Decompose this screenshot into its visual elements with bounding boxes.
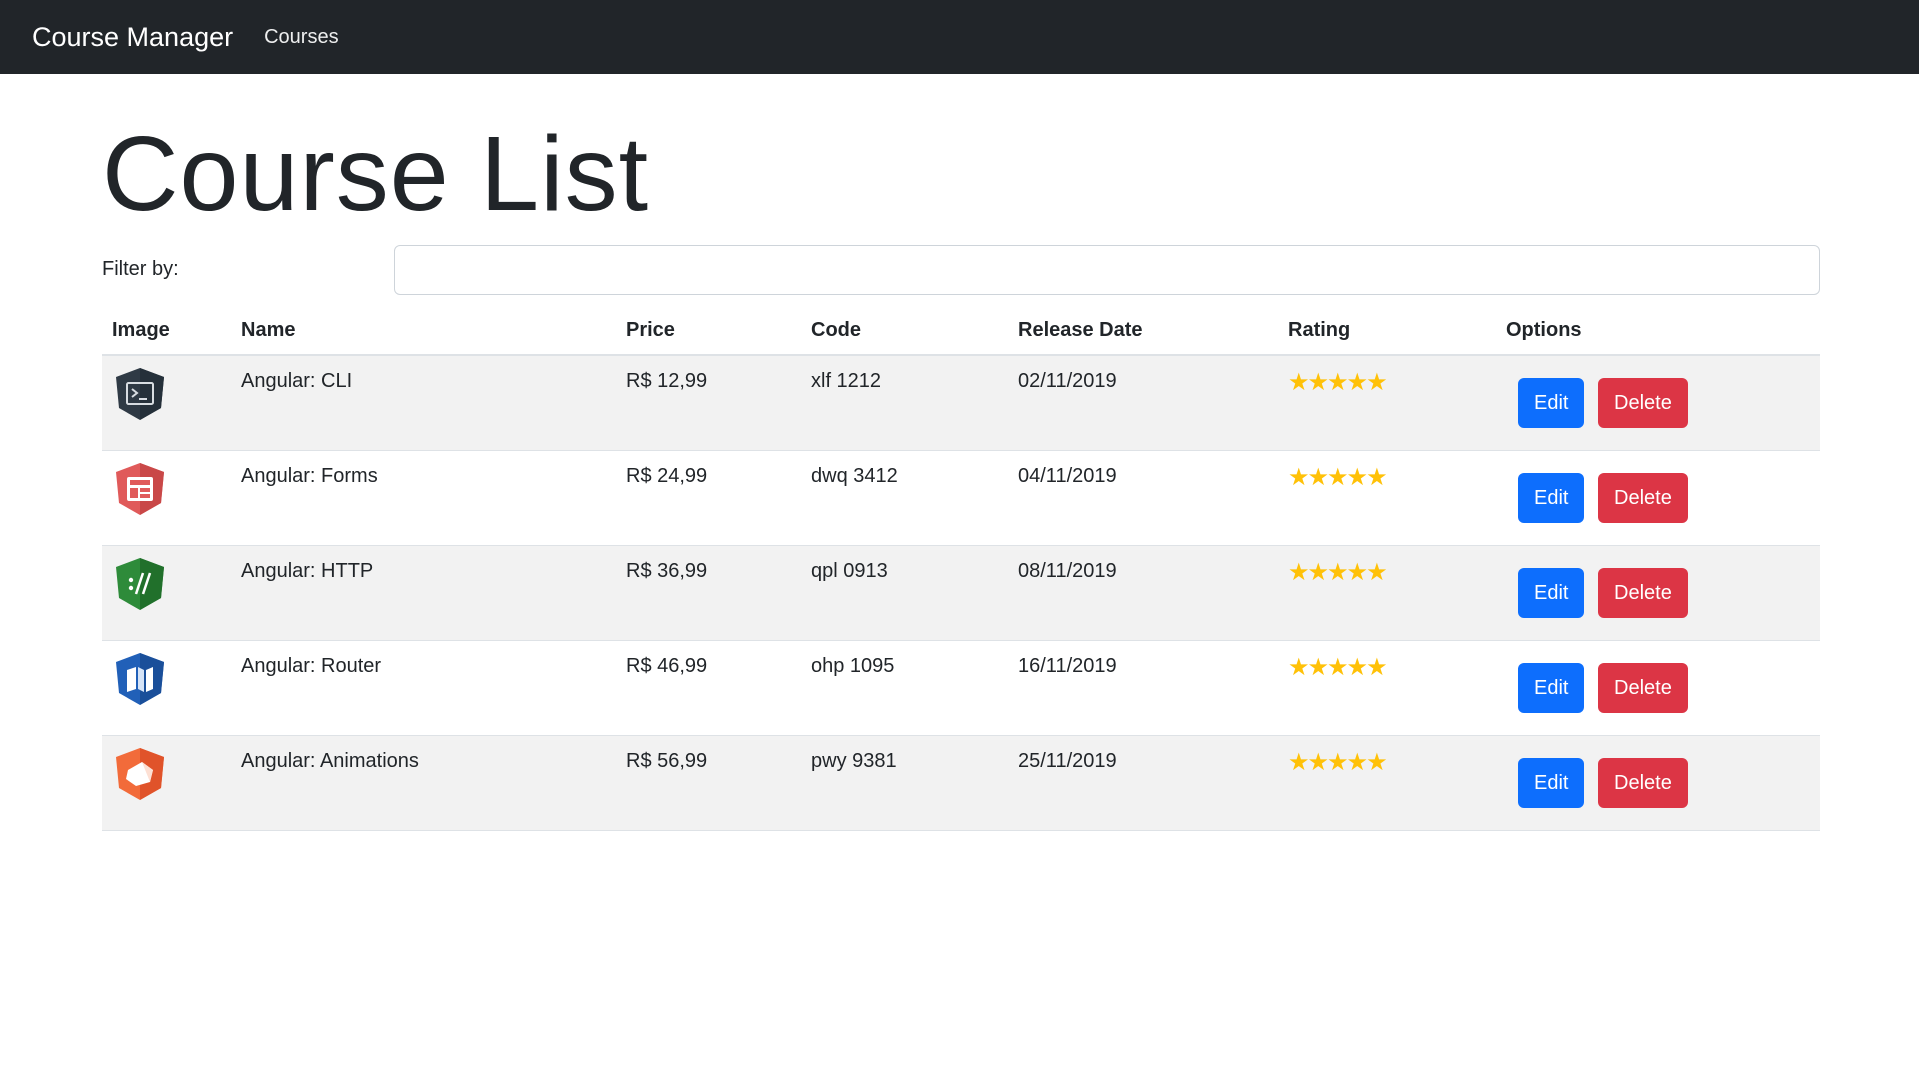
star-rating: ★★★★★	[1288, 558, 1388, 586]
column-header-image: Image	[102, 305, 231, 356]
column-header-release-date: Release Date	[1008, 305, 1278, 356]
edit-button[interactable]: Edit	[1518, 568, 1585, 618]
course-table: Image Name Price Code Release Date Ratin…	[102, 305, 1820, 831]
page-title: Course List	[102, 115, 650, 233]
column-header-code: Code	[801, 305, 1008, 356]
filter-label: Filter by:	[102, 258, 179, 280]
course-code: qpl 0913	[801, 545, 1008, 641]
course-name: Angular: Animations	[231, 735, 616, 831]
rating-cell: ★★★★★	[1278, 355, 1496, 451]
table-row: Angular: Animations R$ 56,99 pwy 9381 25…	[102, 735, 1820, 831]
filter-input[interactable]	[394, 245, 1820, 295]
delete-button[interactable]: Delete	[1598, 758, 1688, 808]
cli-icon	[116, 368, 164, 420]
delete-button[interactable]: Delete	[1598, 378, 1688, 428]
course-price: R$ 12,99	[616, 355, 801, 451]
course-release-date: 08/11/2019	[1008, 545, 1278, 641]
image-cell	[102, 355, 231, 451]
course-price: R$ 56,99	[616, 735, 801, 831]
animations-icon	[116, 748, 164, 800]
delete-button[interactable]: Delete	[1598, 663, 1688, 713]
nav-link-courses[interactable]: Courses	[264, 26, 338, 49]
edit-button[interactable]: Edit	[1518, 378, 1585, 428]
course-code: dwq 3412	[801, 450, 1008, 546]
table-row: Angular: HTTP R$ 36,99 qpl 0913 08/11/20…	[102, 545, 1820, 641]
brand-link[interactable]: Course Manager	[32, 22, 233, 53]
course-code: xlf 1212	[801, 355, 1008, 451]
image-cell	[102, 450, 231, 546]
column-header-rating: Rating	[1278, 305, 1496, 356]
forms-icon	[116, 463, 164, 515]
star-rating: ★★★★★	[1288, 368, 1388, 396]
image-cell	[102, 545, 231, 641]
course-name: Angular: HTTP	[231, 545, 616, 641]
main-container: Course List Filter by: Image Name Price …	[102, 74, 1820, 831]
course-release-date: 02/11/2019	[1008, 355, 1278, 451]
course-price: R$ 24,99	[616, 450, 801, 546]
course-name: Angular: Router	[231, 640, 616, 736]
rating-cell: ★★★★★	[1278, 545, 1496, 641]
router-icon	[116, 653, 164, 705]
course-price: R$ 46,99	[616, 640, 801, 736]
course-price: R$ 36,99	[616, 545, 801, 641]
options-cell: Edit Delete	[1496, 640, 1820, 736]
table-row: Angular: CLI R$ 12,99 xlf 1212 02/11/201…	[102, 355, 1820, 451]
options-cell: Edit Delete	[1496, 355, 1820, 451]
course-release-date: 25/11/2019	[1008, 735, 1278, 831]
image-cell	[102, 640, 231, 736]
table-row: Angular: Forms R$ 24,99 dwq 3412 04/11/2…	[102, 450, 1820, 546]
column-header-options: Options	[1496, 305, 1820, 356]
table-row: Angular: Router R$ 46,99 ohp 1095 16/11/…	[102, 640, 1820, 736]
edit-button[interactable]: Edit	[1518, 663, 1585, 713]
edit-button[interactable]: Edit	[1518, 473, 1585, 523]
course-release-date: 16/11/2019	[1008, 640, 1278, 736]
rating-cell: ★★★★★	[1278, 450, 1496, 546]
star-rating: ★★★★★	[1288, 463, 1388, 491]
options-cell: Edit Delete	[1496, 545, 1820, 641]
course-name: Angular: CLI	[231, 355, 616, 451]
edit-button[interactable]: Edit	[1518, 758, 1585, 808]
rating-cell: ★★★★★	[1278, 640, 1496, 736]
http-icon	[116, 558, 164, 610]
course-release-date: 04/11/2019	[1008, 450, 1278, 546]
column-header-name: Name	[231, 305, 616, 356]
column-header-price: Price	[616, 305, 801, 356]
rating-cell: ★★★★★	[1278, 735, 1496, 831]
table-header-row: Image Name Price Code Release Date Ratin…	[102, 305, 1820, 356]
star-rating: ★★★★★	[1288, 653, 1388, 681]
filter-row: Filter by:	[102, 245, 1820, 297]
course-name: Angular: Forms	[231, 450, 616, 546]
course-code: pwy 9381	[801, 735, 1008, 831]
delete-button[interactable]: Delete	[1598, 568, 1688, 618]
image-cell	[102, 735, 231, 831]
options-cell: Edit Delete	[1496, 450, 1820, 546]
options-cell: Edit Delete	[1496, 735, 1820, 831]
course-code: ohp 1095	[801, 640, 1008, 736]
star-rating: ★★★★★	[1288, 748, 1388, 776]
navbar: Course Manager Courses	[0, 0, 1919, 74]
delete-button[interactable]: Delete	[1598, 473, 1688, 523]
